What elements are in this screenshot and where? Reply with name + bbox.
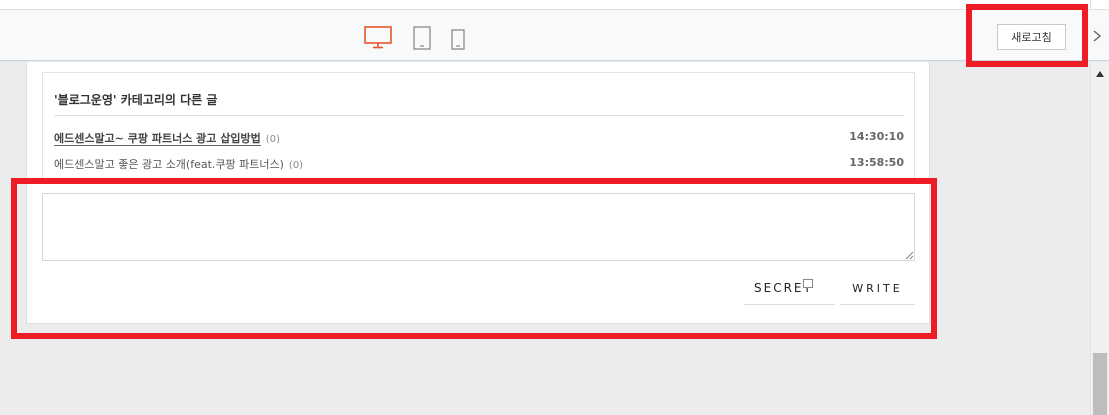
related-posts-title: '블로그운영' 카테고리의 다른 글 — [54, 93, 218, 107]
related-post-title[interactable]: 에드센스말고 좋은 광고 소개(feat.쿠팡 파트너스) — [54, 158, 284, 171]
write-comment-button[interactable]: WRITE — [840, 272, 915, 305]
mobile-icon[interactable] — [451, 29, 465, 50]
related-post-title[interactable]: 에드센스말고~ 쿠팡 파트너스 광고 삽입방법 — [54, 132, 261, 146]
vertical-scrollbar[interactable] — [1090, 62, 1109, 415]
secret-toggle-button[interactable]: SECRET — [744, 272, 835, 305]
desktop-icon[interactable] — [364, 26, 392, 50]
comment-count: (0) — [288, 160, 304, 171]
related-posts-box: '블로그운영' 카테고리의 다른 글 에드센스말고~ 쿠팡 파트너스 광고 삽입… — [42, 72, 915, 178]
scroll-thumb[interactable] — [1093, 353, 1107, 415]
comment-count: (0) — [265, 134, 280, 145]
post-time: 13:58:50 — [849, 156, 904, 169]
blog-preview-frame: '블로그운영' 카테고리의 다른 글 에드센스말고~ 쿠팡 파트너스 광고 삽입… — [0, 62, 1090, 415]
top-strip-divider — [1090, 0, 1091, 10]
scroll-up-arrow-icon[interactable] — [1095, 70, 1105, 78]
resize-grip-icon[interactable] — [905, 251, 914, 260]
related-post-item[interactable]: 에드센스말고~ 쿠팡 파트너스 광고 삽입방법 (0) 14:30:10 — [54, 130, 904, 148]
refresh-button[interactable]: 새로고침 — [997, 24, 1066, 50]
checkbox-icon[interactable] — [803, 279, 813, 289]
post-time: 14:30:10 — [849, 130, 904, 143]
preview-toolbar: 새로고침 — [0, 10, 1109, 61]
comment-textarea[interactable] — [42, 193, 915, 261]
tablet-icon[interactable] — [413, 26, 431, 50]
related-divider — [54, 115, 904, 116]
related-post-item[interactable]: 에드센스말고 좋은 광고 소개(feat.쿠팡 파트너스) (0) 13:58:5… — [54, 156, 904, 174]
post-footer-panel: '블로그운영' 카테고리의 다른 글 에드센스말고~ 쿠팡 파트너스 광고 삽입… — [26, 62, 930, 324]
browser-top-strip — [0, 0, 1109, 10]
chevron-right-icon[interactable] — [1090, 27, 1104, 45]
